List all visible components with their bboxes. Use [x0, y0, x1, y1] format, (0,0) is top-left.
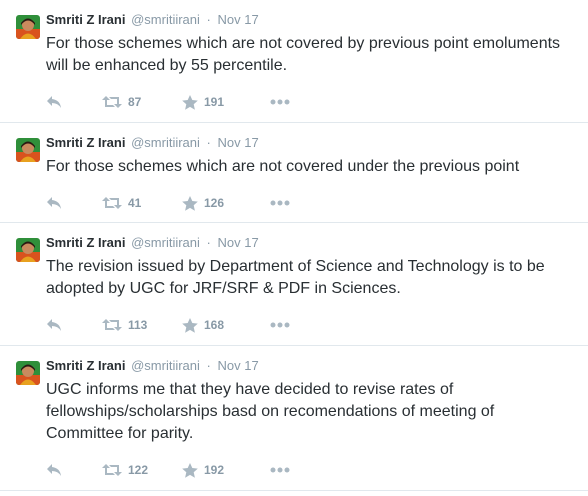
tweet-item[interactable]: Smriti Z Irani @smritiirani · Nov 17 The… [0, 223, 588, 346]
tweet-item[interactable]: Smriti Z Irani @smritiirani · Nov 17 For… [0, 123, 588, 223]
retweet-count: 41 [128, 196, 142, 210]
more-button[interactable] [270, 467, 290, 473]
favorite-button[interactable]: 126 [182, 195, 270, 211]
favorite-count: 126 [204, 196, 225, 210]
ellipsis-icon [270, 99, 290, 105]
reply-icon [46, 95, 62, 109]
user-handle[interactable]: @smritiirani [131, 235, 200, 250]
more-button[interactable] [270, 200, 290, 206]
tweet-timestamp[interactable]: Nov 17 [218, 235, 259, 250]
reply-button[interactable] [46, 318, 102, 332]
more-button[interactable] [270, 99, 290, 105]
avatar[interactable] [16, 361, 40, 385]
favorite-button[interactable]: 191 [182, 94, 270, 110]
avatar[interactable] [16, 15, 40, 39]
tweet-text: For those schemes which are not covered … [46, 35, 561, 74]
reply-button[interactable] [46, 463, 102, 477]
user-handle[interactable]: @smritiirani [131, 12, 200, 27]
reply-icon [46, 463, 62, 477]
retweet-icon [102, 463, 122, 477]
star-icon [182, 94, 198, 110]
retweet-icon [102, 318, 122, 332]
tweet-item[interactable]: Smriti Z Irani @smritiirani · Nov 17 For… [0, 0, 588, 123]
reply-icon [46, 318, 62, 332]
retweet-count: 113 [128, 318, 148, 332]
favorite-count: 191 [204, 95, 225, 109]
favorite-count: 168 [204, 318, 225, 332]
ellipsis-icon [270, 200, 290, 206]
user-fullname[interactable]: Smriti Z Irani [46, 235, 125, 250]
tweet-text: For those schemes which are not covered … [46, 158, 520, 175]
favorite-count: 192 [204, 463, 225, 477]
favorite-button[interactable]: 192 [182, 462, 270, 478]
tweet-timeline: Smriti Z Irani @smritiirani · Nov 17 For… [0, 0, 588, 491]
star-icon [182, 195, 198, 211]
tweet-timestamp[interactable]: Nov 17 [218, 135, 259, 150]
ellipsis-icon [270, 467, 290, 473]
favorite-button[interactable]: 168 [182, 317, 270, 333]
retweet-count: 87 [128, 95, 142, 109]
user-fullname[interactable]: Smriti Z Irani [46, 135, 125, 150]
tweet-header: Smriti Z Irani @smritiirani · Nov 17 [46, 356, 576, 376]
user-fullname[interactable]: Smriti Z Irani [46, 358, 125, 373]
separator-dot: · [206, 135, 211, 150]
tweet-text: The revision issued by Department of Sci… [46, 258, 545, 297]
user-handle[interactable]: @smritiirani [131, 358, 200, 373]
separator-dot: · [206, 12, 211, 27]
retweet-icon [102, 95, 122, 109]
separator-dot: · [206, 235, 211, 250]
tweet-text: UGC informs me that they have decided to… [46, 381, 495, 442]
avatar[interactable] [16, 138, 40, 162]
retweet-button[interactable]: 113 [102, 318, 182, 332]
retweet-button[interactable]: 87 [102, 95, 182, 109]
separator-dot: · [206, 358, 211, 373]
reply-button[interactable] [46, 196, 102, 210]
star-icon [182, 317, 198, 333]
reply-icon [46, 196, 62, 210]
tweet-timestamp[interactable]: Nov 17 [218, 358, 259, 373]
retweet-button[interactable]: 41 [102, 196, 182, 210]
tweet-item[interactable]: Smriti Z Irani @smritiirani · Nov 17 UGC… [0, 346, 588, 491]
retweet-button[interactable]: 122 [102, 463, 182, 477]
ellipsis-icon [270, 322, 290, 328]
tweet-header: Smriti Z Irani @smritiirani · Nov 17 [46, 133, 576, 153]
avatar[interactable] [16, 238, 40, 262]
tweet-header: Smriti Z Irani @smritiirani · Nov 17 [46, 233, 576, 253]
reply-button[interactable] [46, 95, 102, 109]
user-fullname[interactable]: Smriti Z Irani [46, 12, 125, 27]
user-handle[interactable]: @smritiirani [131, 135, 200, 150]
star-icon [182, 462, 198, 478]
tweet-header: Smriti Z Irani @smritiirani · Nov 17 [46, 10, 576, 30]
tweet-timestamp[interactable]: Nov 17 [218, 12, 259, 27]
retweet-count: 122 [128, 463, 149, 477]
more-button[interactable] [270, 322, 290, 328]
retweet-icon [102, 196, 122, 210]
